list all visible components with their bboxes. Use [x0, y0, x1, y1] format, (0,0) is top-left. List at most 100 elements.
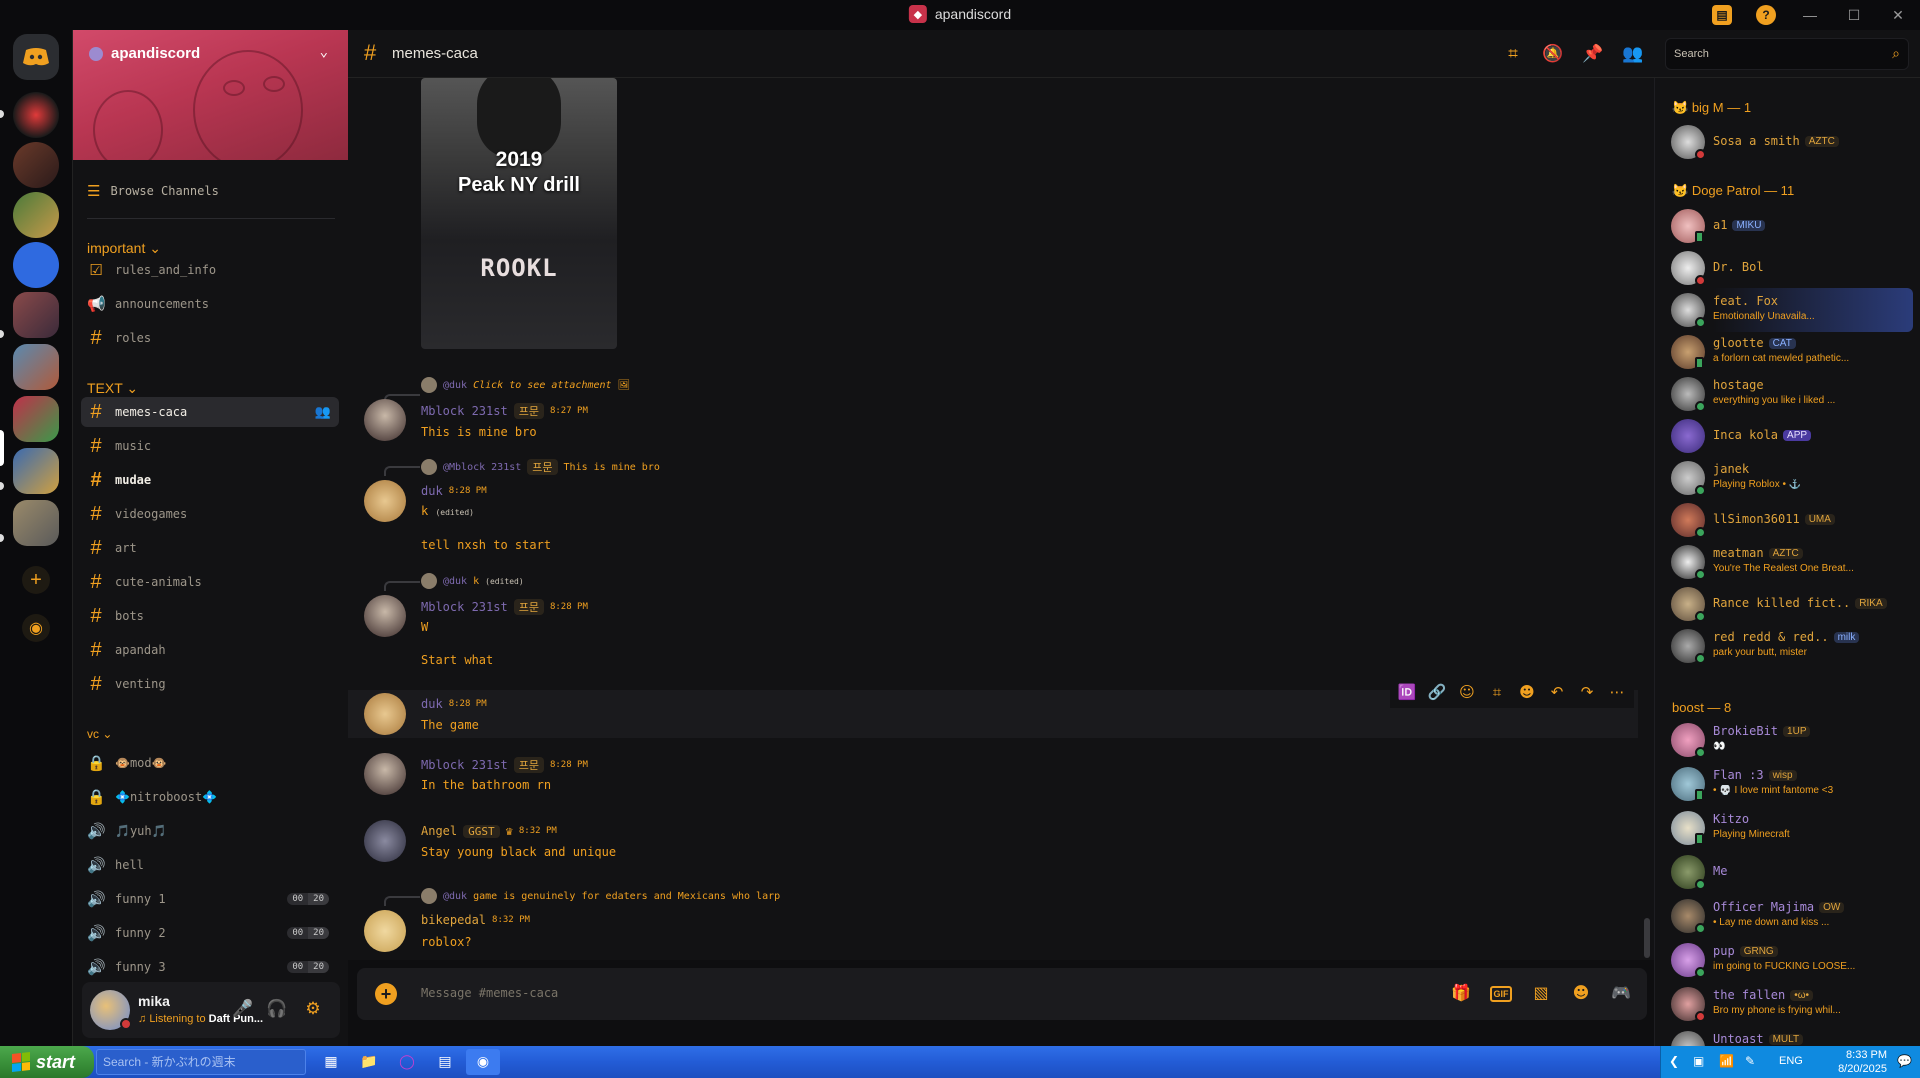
discover-icon[interactable]: ◉ — [22, 614, 50, 642]
avatar[interactable] — [364, 595, 406, 637]
member-item[interactable]: red redd & red.. milk park your butt, mist… — [1663, 624, 1913, 668]
category-vc[interactable]: vc ⌄ — [87, 727, 112, 741]
channel-videogames[interactable]: # videogames — [81, 499, 339, 529]
browse-channels-button[interactable]: ☰ Browse Channels — [87, 182, 219, 200]
server-name-header[interactable]: apandiscord — [89, 45, 200, 62]
server-icon[interactable] — [13, 242, 59, 288]
member-item[interactable]: llSimon36011 UMA — [1663, 498, 1913, 542]
channel-cute-animals[interactable]: # cute-animals — [81, 567, 339, 597]
voice-channel-funny-1[interactable]: 🔊 funny 1 00 20 — [81, 884, 339, 914]
thread-icon[interactable]: ⌗ — [1486, 683, 1508, 701]
voice-channel-yuh[interactable]: 🔊 🎵yuh🎵 — [81, 816, 339, 846]
message-composer[interactable]: + Message #memes-caca 🎁 GIF ▧ ☻ 🎮 — [357, 968, 1647, 1020]
inbox-icon[interactable]: ▤ — [1712, 5, 1732, 25]
message-author[interactable]: duk 8:28 PM — [421, 697, 487, 711]
channel-apandah[interactable]: # apandah — [81, 635, 339, 665]
channel-venting[interactable]: # venting — [81, 669, 339, 699]
message-input[interactable]: Message #memes-caca — [421, 986, 558, 1000]
message-list[interactable]: 2019 Peak NY drill ROOKL @duk Click to se… — [348, 78, 1654, 960]
member-item[interactable]: Untoast MULT — [1663, 1026, 1913, 1046]
member-item[interactable]: meatman AZTC You're The Realest One Breat.… — [1663, 540, 1913, 584]
server-icon[interactable] — [13, 92, 59, 138]
start-button[interactable]: start — [0, 1046, 94, 1078]
channel-rules-and-info[interactable]: ☑ rules_and_info — [81, 255, 339, 285]
member-list-icon[interactable]: 👥 — [1622, 44, 1644, 66]
maximize-button[interactable]: ☐ — [1832, 0, 1876, 30]
browser-icon[interactable]: ◯ — [390, 1049, 424, 1075]
member-item[interactable]: Rance killed fict.. RIKA — [1663, 582, 1913, 626]
forward-icon[interactable]: ↷ — [1576, 683, 1598, 701]
message-author[interactable]: Mblock 231st 프문 8:28 PM — [421, 757, 588, 773]
taskbar-search[interactable]: Search - 新かぶれの週末 — [96, 1049, 306, 1075]
server-folder[interactable] — [13, 292, 59, 338]
member-item[interactable]: Inca kola APP — [1663, 414, 1913, 458]
channel-bots[interactable]: # bots — [81, 601, 339, 631]
reply-icon[interactable]: ↶ — [1546, 683, 1568, 701]
gamepad-icon[interactable]: 🎮 — [1610, 983, 1632, 1005]
voice-channel-nitroboost[interactable]: 🔒 💠nitroboost💠 — [81, 782, 339, 812]
chevron-down-icon[interactable]: ⌄ — [320, 44, 328, 60]
threads-icon[interactable]: ⌗ — [1502, 44, 1524, 66]
wifi-icon[interactable]: 📶 — [1719, 1054, 1734, 1068]
help-icon[interactable]: ? — [1756, 5, 1776, 25]
gif-button[interactable]: GIF — [1490, 986, 1512, 1002]
mic-icon[interactable]: 🎤 — [232, 999, 254, 1021]
server-folder[interactable] — [13, 448, 59, 494]
clock[interactable]: 8:33 PM 8/20/2025 — [1821, 1048, 1887, 1076]
member-item[interactable]: Me — [1663, 850, 1913, 894]
member-item[interactable]: a1 MIKU — [1663, 204, 1913, 248]
member-item[interactable]: hostage everything you like i liked ... — [1663, 372, 1913, 416]
member-item[interactable]: BrokieBit 1UP 👀 — [1663, 718, 1913, 762]
task-view-icon[interactable]: ▦ — [314, 1049, 348, 1075]
file-explorer-icon[interactable]: 📁 — [352, 1049, 386, 1075]
server-folder[interactable] — [13, 500, 59, 546]
message-author[interactable]: Mblock 231st 프문 8:28 PM — [421, 599, 588, 615]
pin-icon[interactable]: 📌 — [1582, 44, 1604, 66]
message-author[interactable]: bikepedal 8:32 PM — [421, 913, 530, 927]
add-server-icon[interactable]: + — [22, 566, 50, 594]
message-author[interactable]: duk 8:28 PM — [421, 484, 487, 498]
reply-preview[interactable]: @duk k (edited) — [421, 573, 524, 589]
id-icon[interactable]: 🆔 — [1396, 683, 1418, 701]
search-input[interactable]: Search ⌕ — [1665, 38, 1909, 70]
member-item[interactable]: feat. Fox Emotionally Unavaila... — [1663, 288, 1913, 332]
avatar[interactable] — [364, 753, 406, 795]
channel-music[interactable]: # music — [81, 431, 339, 461]
avatar[interactable] — [364, 480, 406, 522]
channel-roles[interactable]: # roles — [81, 323, 339, 353]
channel-announcements[interactable]: 📢 announcements — [81, 289, 339, 319]
voice-channel-mod[interactable]: 🔒 🐵mod🐵 — [81, 748, 339, 778]
server-icon[interactable] — [13, 192, 59, 238]
member-item[interactable]: glootte CAT a forlorn cat mewled pathetic.… — [1663, 330, 1913, 374]
home-button[interactable] — [13, 34, 59, 80]
channel-mudae[interactable]: # mudae — [81, 465, 339, 495]
avatar[interactable] — [364, 910, 406, 952]
server-folder-active[interactable] — [13, 396, 59, 442]
discord-taskbar-icon[interactable]: ◉ — [466, 1049, 500, 1075]
server-icon[interactable] — [13, 142, 59, 188]
channel-memes-caca[interactable]: # memes-caca 👥 — [81, 397, 339, 427]
voice-channel-funny-3[interactable]: 🔊 funny 3 00 20 — [81, 952, 339, 982]
network-icon[interactable]: ▣ — [1693, 1054, 1704, 1068]
gear-icon[interactable]: ⚙ — [302, 999, 324, 1021]
server-folder[interactable] — [13, 344, 59, 390]
channel-art[interactable]: # art — [81, 533, 339, 563]
category-text[interactable]: TEXT ⌄ — [87, 380, 138, 397]
member-item[interactable]: janek Playing Roblox • ⚓ — [1663, 456, 1913, 500]
attach-plus-icon[interactable]: + — [375, 983, 397, 1005]
voice-channel-funny-2[interactable]: 🔊 funny 2 00 20 — [81, 918, 339, 948]
member-item[interactable]: Sosa a smith AZTC — [1663, 120, 1913, 164]
close-window-button[interactable]: ✕ — [1876, 0, 1920, 30]
pen-icon[interactable]: ✎ — [1745, 1054, 1755, 1068]
member-item[interactable]: Dr. Bol — [1663, 246, 1913, 290]
add-reaction-icon[interactable]: ☺ — [1456, 683, 1478, 701]
avatar[interactable] — [364, 399, 406, 441]
show-hidden-icons[interactable]: ❮ — [1669, 1054, 1679, 1068]
language-indicator[interactable]: ENG — [1779, 1055, 1803, 1067]
reply-preview[interactable]: @duk game is genuinely for edaters and Me… — [421, 888, 780, 904]
minimize-button[interactable]: — — [1788, 0, 1832, 30]
member-item[interactable]: Officer Majima OW • Lay me down and kiss .… — [1663, 894, 1913, 938]
notification-icon[interactable]: 💬 — [1897, 1054, 1912, 1068]
sticker-icon[interactable]: ▧ — [1530, 983, 1552, 1005]
member-item[interactable]: Flan :3 wisp • 💀 I love mint fantome <3 — [1663, 762, 1913, 806]
